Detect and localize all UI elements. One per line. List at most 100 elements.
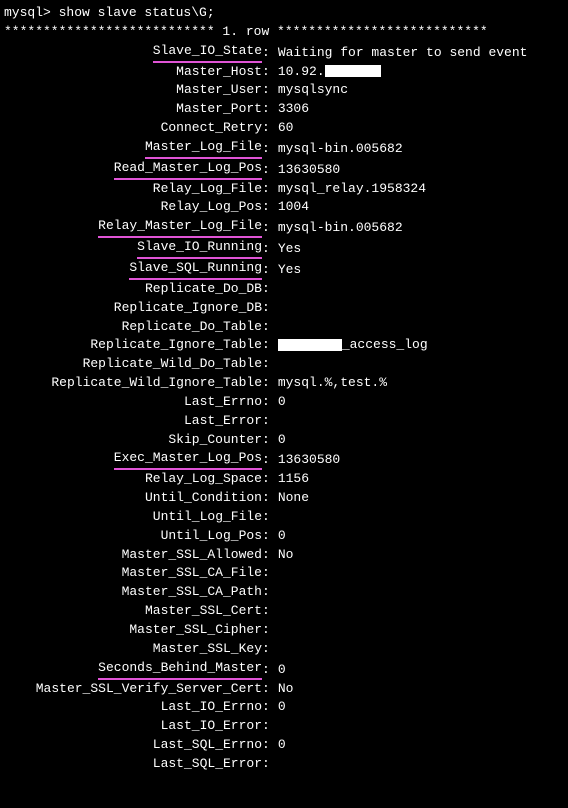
status-value-text: 0 xyxy=(278,737,286,752)
status-value: 60 xyxy=(272,119,294,138)
status-value-text: 1004 xyxy=(278,199,309,214)
colon: : xyxy=(262,640,272,659)
status-label: Last_Error xyxy=(184,412,262,431)
status-value-text: Yes xyxy=(278,241,301,256)
status-row: Until_Log_Pos:0 xyxy=(4,527,564,546)
status-row: Relay_Log_Space:1156 xyxy=(4,470,564,489)
status-value-text: 1156 xyxy=(278,471,309,486)
status-value: 0 xyxy=(272,661,286,680)
status-label: Connect_Retry xyxy=(161,119,262,138)
status-label-cell: Replicate_Ignore_DB xyxy=(4,299,262,318)
status-value-text: 0 xyxy=(278,528,286,543)
status-row: Master_Port:3306 xyxy=(4,100,564,119)
status-label-cell: Slave_IO_State xyxy=(4,42,262,63)
status-value: 10.92. xyxy=(272,63,381,82)
status-label-cell: Relay_Master_Log_File xyxy=(4,217,262,238)
status-label: Master_SSL_Allowed xyxy=(122,546,262,565)
status-label: Master_User xyxy=(176,81,262,100)
status-label-cell: Master_SSL_Cert xyxy=(4,602,262,621)
status-value: No xyxy=(272,546,294,565)
colon: : xyxy=(262,431,272,450)
colon: : xyxy=(262,63,272,82)
status-value-text: mysql_relay.1958324 xyxy=(278,181,426,196)
colon: : xyxy=(262,755,272,774)
status-label: Relay_Log_Space xyxy=(145,470,262,489)
status-label: Master_Log_File xyxy=(145,138,262,159)
status-row: Replicate_Wild_Ignore_Table:mysql.%,test… xyxy=(4,374,564,393)
colon: : xyxy=(262,412,272,431)
status-value: Yes xyxy=(272,240,301,259)
colon: : xyxy=(262,393,272,412)
status-label-cell: Replicate_Do_DB xyxy=(4,280,262,299)
status-label-cell: Replicate_Wild_Do_Table xyxy=(4,355,262,374)
status-label: Replicate_Wild_Do_Table xyxy=(83,355,262,374)
status-value-text: 13630580 xyxy=(278,452,340,467)
colon: : xyxy=(262,508,272,527)
colon: : xyxy=(262,583,272,602)
status-value: 0 xyxy=(272,527,286,546)
sql-prompt: mysql> show slave status\G; xyxy=(4,4,564,23)
status-label-cell: Master_SSL_Cipher xyxy=(4,621,262,640)
status-label-cell: Slave_IO_Running xyxy=(4,238,262,259)
status-label: Master_SSL_CA_File xyxy=(122,564,262,583)
status-value: 13630580 xyxy=(272,451,340,470)
colon: : xyxy=(262,81,272,100)
status-value-text: 60 xyxy=(278,120,294,135)
status-value-text: mysql-bin.005682 xyxy=(278,141,403,156)
status-label: Slave_SQL_Running xyxy=(129,259,262,280)
status-row: Master_User: mysqlsync xyxy=(4,81,564,100)
status-output: Slave_IO_State: Waiting for master to sen… xyxy=(4,42,564,774)
colon: : xyxy=(262,318,272,337)
colon: : xyxy=(262,180,272,199)
colon: : xyxy=(262,198,272,217)
status-label-cell: Read_Master_Log_Pos xyxy=(4,159,262,180)
colon: : xyxy=(262,100,272,119)
colon: : xyxy=(262,680,272,699)
status-row: Connect_Retry:60 xyxy=(4,119,564,138)
colon: : xyxy=(262,261,272,280)
status-row: Relay_Log_File:mysql_relay.1958324 xyxy=(4,180,564,199)
status-value-text: 0 xyxy=(278,699,286,714)
colon: : xyxy=(262,374,272,393)
status-value: None xyxy=(272,489,309,508)
colon: : xyxy=(262,44,272,63)
status-label-cell: Master_SSL_Allowed xyxy=(4,546,262,565)
status-label-cell: Slave_SQL_Running xyxy=(4,259,262,280)
status-value: 3306 xyxy=(272,100,309,119)
status-label: Replicate_Do_Table xyxy=(122,318,262,337)
status-label-cell: Last_Errno xyxy=(4,393,262,412)
status-row: Last_Errno:0 xyxy=(4,393,564,412)
colon: : xyxy=(262,661,272,680)
status-row: Last_SQL_Errno:0 xyxy=(4,736,564,755)
status-label: Master_SSL_CA_Path xyxy=(122,583,262,602)
colon: : xyxy=(262,161,272,180)
colon: : xyxy=(262,336,272,355)
status-value-text: _access_log xyxy=(342,337,428,352)
status-row: Last_SQL_Error: xyxy=(4,755,564,774)
colon: : xyxy=(262,602,272,621)
redacted-block xyxy=(325,65,381,77)
status-value-text: 0 xyxy=(278,432,286,447)
status-value-text: Waiting for master to send event xyxy=(278,45,528,60)
status-value-text: 13630580 xyxy=(278,162,340,177)
colon: : xyxy=(262,527,272,546)
status-label: Last_IO_Errno xyxy=(161,698,262,717)
status-label-cell: Last_IO_Error xyxy=(4,717,262,736)
status-value-text: mysqlsync xyxy=(278,82,348,97)
status-row: Last_Error: xyxy=(4,412,564,431)
status-row: Master_Log_File:mysql-bin.005682 xyxy=(4,138,564,159)
status-row: Until_Condition:None xyxy=(4,489,564,508)
status-row: Master_SSL_Cipher: xyxy=(4,621,564,640)
status-row: Replicate_Ignore_Table:_access_log xyxy=(4,336,564,355)
status-label-cell: Master_SSL_Key xyxy=(4,640,262,659)
status-label: Last_SQL_Error xyxy=(153,755,262,774)
status-label-cell: Last_IO_Errno xyxy=(4,698,262,717)
status-label: Master_SSL_Verify_Server_Cert xyxy=(36,680,262,699)
status-value-text: 0 xyxy=(278,394,286,409)
colon: : xyxy=(262,299,272,318)
status-value: mysql-bin.005682 xyxy=(272,140,403,159)
status-label-cell: Relay_Log_Space xyxy=(4,470,262,489)
status-label-cell: Master_Log_File xyxy=(4,138,262,159)
status-label: Last_IO_Error xyxy=(161,717,262,736)
colon: : xyxy=(262,451,272,470)
